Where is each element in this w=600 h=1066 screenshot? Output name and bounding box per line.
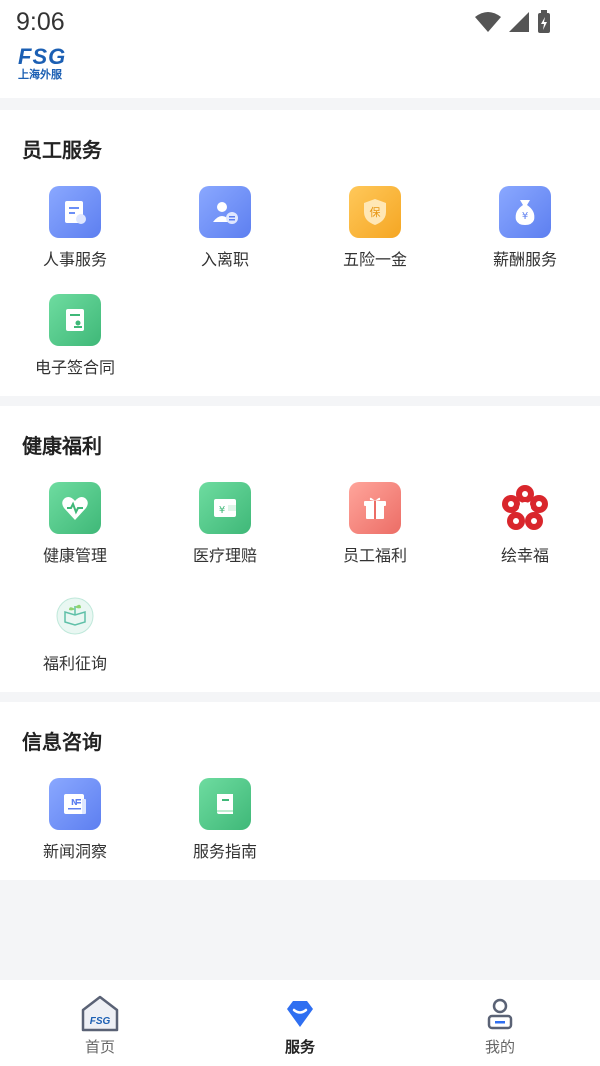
status-time: 9:06 bbox=[16, 8, 65, 36]
document-icon bbox=[49, 186, 101, 238]
svg-text:¥: ¥ bbox=[522, 211, 528, 222]
item-label: 薪酬服务 bbox=[492, 250, 557, 269]
section-title: 健康福利 bbox=[22, 434, 102, 458]
svg-text:保: 保 bbox=[370, 205, 381, 219]
service-item-employee-benefits[interactable]: 员工福利 bbox=[300, 482, 450, 566]
service-item-hui-xingfu[interactable]: 绘幸福 bbox=[450, 482, 600, 566]
heart-pulse-icon bbox=[49, 482, 101, 534]
item-label: 医疗理赔 bbox=[192, 546, 257, 565]
item-label: 健康管理 bbox=[42, 546, 107, 565]
wallet-icon: ¥ bbox=[199, 482, 251, 534]
person-exchange-icon bbox=[199, 186, 251, 238]
item-label: 入离职 bbox=[200, 250, 249, 269]
item-label: 绘幸福 bbox=[500, 546, 549, 565]
brand-header: FSG 上海外服 bbox=[0, 46, 600, 98]
money-bag-icon: ¥ bbox=[499, 186, 551, 238]
item-label: 五险一金 bbox=[342, 250, 407, 269]
gift-icon bbox=[349, 482, 401, 534]
tab-services[interactable]: 服务 bbox=[200, 980, 400, 1057]
wifi-icon bbox=[475, 12, 501, 32]
newspaper-icon: N bbox=[49, 778, 101, 830]
item-label: 人事服务 bbox=[42, 250, 107, 269]
service-item-payroll[interactable]: ¥ 薪酬服务 bbox=[450, 186, 600, 270]
book-icon bbox=[199, 778, 251, 830]
service-item-benefit-survey[interactable]: 福利征询 bbox=[0, 590, 150, 674]
fsg-logo: FSG 上海外服 bbox=[18, 46, 66, 82]
section-information: 信息咨询 N 新闻洞察 服务指南 bbox=[0, 702, 600, 880]
service-item-news[interactable]: N 新闻洞察 bbox=[0, 778, 150, 862]
section-title: 员工服务 bbox=[22, 138, 102, 162]
item-label: 员工福利 bbox=[342, 546, 407, 565]
svg-text:¥: ¥ bbox=[219, 505, 225, 516]
item-label: 福利征询 bbox=[42, 654, 107, 673]
item-label: 服务指南 bbox=[192, 842, 257, 861]
service-item-e-contract[interactable]: 电子签合同 bbox=[0, 294, 150, 378]
tab-home[interactable]: FSG 首页 bbox=[0, 980, 200, 1057]
section-employee-services: 员工服务 人事服务 入离职 保 五险一金 ¥ 薪酬服务 电子签合同 bbox=[0, 110, 600, 396]
item-label: 新闻洞察 bbox=[42, 842, 107, 861]
user-icon bbox=[487, 998, 513, 1030]
shield-insurance-icon: 保 bbox=[349, 186, 401, 238]
logo-text: FSG bbox=[18, 44, 67, 69]
svg-text:FSG: FSG bbox=[90, 1016, 111, 1027]
logo-subtitle: 上海外服 bbox=[18, 68, 62, 81]
contract-icon bbox=[49, 294, 101, 346]
home-icon: FSG bbox=[81, 995, 119, 1032]
service-item-guide[interactable]: 服务指南 bbox=[150, 778, 300, 862]
section-title: 信息咨询 bbox=[22, 730, 102, 754]
service-item-health[interactable]: 健康管理 bbox=[0, 482, 150, 566]
service-item-insurance[interactable]: 保 五险一金 bbox=[300, 186, 450, 270]
service-item-medical-claims[interactable]: ¥ 医疗理赔 bbox=[150, 482, 300, 566]
section-health-benefits: 健康福利 健康管理 ¥ 医疗理赔 员工福利 绘幸福 福利征询 bbox=[0, 406, 600, 692]
service-item-hr[interactable]: 人事服务 bbox=[0, 186, 150, 270]
status-bar: 9:06 bbox=[0, 0, 600, 46]
signal-icon bbox=[509, 12, 529, 32]
tab-label: 首页 bbox=[84, 1038, 115, 1056]
bottom-tab-bar: FSG 首页 服务 我的 bbox=[0, 980, 600, 1066]
plant-book-icon bbox=[49, 590, 101, 642]
tab-label: 我的 bbox=[484, 1038, 515, 1056]
service-item-onboarding[interactable]: 入离职 bbox=[150, 186, 300, 270]
tab-profile[interactable]: 我的 bbox=[400, 980, 600, 1057]
diamond-icon bbox=[287, 1001, 313, 1027]
item-label: 电子签合同 bbox=[34, 358, 115, 377]
tab-label: 服务 bbox=[284, 1038, 315, 1056]
flower-logo-icon bbox=[499, 482, 551, 534]
battery-icon bbox=[538, 10, 550, 33]
